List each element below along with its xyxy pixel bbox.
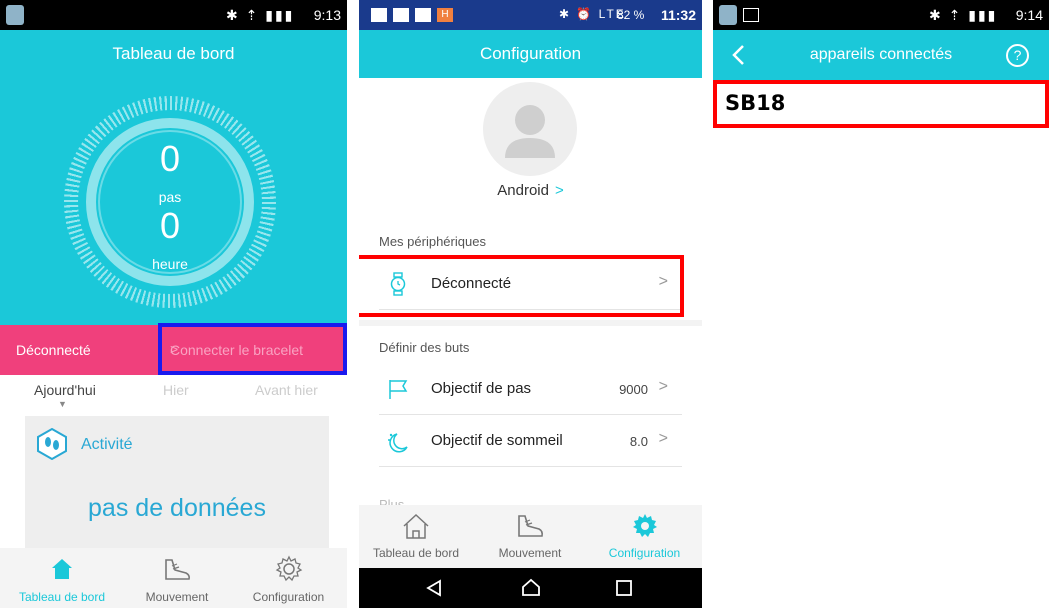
- bottom-nav: Tableau de bord Mouvement Configuration: [0, 548, 347, 608]
- shoe-icon: [165, 559, 190, 580]
- goal-steps-value: 9000: [619, 382, 648, 397]
- page-title-bar: appareils connectés ?: [713, 30, 1049, 80]
- day-tabs: Ajourd'hui ▼ Hier Avant hier: [0, 375, 347, 415]
- connect-bracelet-button[interactable]: Connecter le bracelet >: [158, 323, 347, 375]
- shoe-icon: [518, 515, 543, 537]
- chevron-right-icon: >: [658, 430, 668, 447]
- steps-label: pas: [158, 189, 182, 205]
- hours-value: 0: [159, 205, 181, 246]
- username-text: Android: [497, 182, 549, 199]
- nav-configuration-label: Configuration: [608, 546, 681, 560]
- notification-icon: [393, 8, 409, 22]
- goal-steps-row[interactable]: Objectif de pas 9000 >: [379, 363, 682, 415]
- page-title: appareils connectés: [809, 46, 953, 63]
- nav-movement[interactable]: Mouvement: [124, 548, 230, 608]
- system-nav-bar: [359, 568, 702, 608]
- dashboard-screen: ✱ ⇡ ▮▮▮ 9:13 Tableau de bord 0 pas 0 heu…: [0, 0, 347, 608]
- avatar[interactable]: [483, 82, 577, 176]
- activity-title: Activité: [81, 436, 133, 453]
- page-title: Configuration: [359, 30, 702, 78]
- status-time: 11:32: [660, 7, 696, 23]
- device-row-highlight: [359, 255, 684, 317]
- home-button-icon[interactable]: [521, 578, 541, 598]
- flag-icon: [389, 380, 408, 399]
- status-icons: ✱ ⇡ ▮▮▮: [226, 7, 295, 23]
- progress-ring: 0 pas 0 heure: [64, 96, 276, 308]
- tab-today[interactable]: Ajourd'hui: [34, 382, 96, 398]
- device-list-item[interactable]: SB18: [713, 80, 1049, 128]
- device-name: SB18: [725, 91, 786, 115]
- nav-configuration[interactable]: Configuration: [587, 505, 702, 568]
- activity-card[interactable]: Activité pas de données: [25, 416, 329, 548]
- app-notification-icon: [6, 5, 24, 25]
- chevron-right-icon: >: [554, 182, 564, 199]
- page-title: Tableau de bord: [0, 30, 347, 78]
- footprints-icon: [37, 428, 67, 460]
- status-icons: ✱ ⇡ ▮▮▮: [929, 7, 998, 23]
- nav-movement-label: Mouvement: [145, 590, 209, 604]
- no-data-text: pas de données: [88, 494, 266, 522]
- section-goals: Définir des buts: [379, 340, 470, 355]
- notification-icon: [415, 8, 431, 22]
- status-bar: ✱ ⇡ ▮▮▮ 9:14: [713, 0, 1049, 30]
- help-icon[interactable]: ?: [1006, 44, 1029, 67]
- image-notification-icon: [743, 8, 759, 22]
- nav-dashboard-label: Tableau de bord: [18, 590, 106, 604]
- configuration-screen: H ✱ ⏰ LTE 82 % 11:32 Configuration Andro…: [359, 0, 702, 608]
- caret-down-icon: ▼: [58, 399, 67, 409]
- status-icons: ✱ ⏰ LTE: [559, 7, 626, 21]
- steps-value: 0: [159, 138, 181, 179]
- app-notification-icon: H: [437, 8, 453, 22]
- gallery-notification-icon: [371, 8, 387, 22]
- connection-bar: Déconnecté Connecter le bracelet >: [0, 323, 347, 375]
- tab-yesterday[interactable]: Hier: [163, 382, 189, 398]
- moon-icon: [388, 433, 408, 453]
- divider: [359, 320, 702, 326]
- chevron-right-icon: >: [170, 341, 179, 357]
- progress-panel: 0 pas 0 heure: [0, 78, 347, 325]
- app-notification-icon: [719, 5, 737, 25]
- home-icon: [52, 559, 72, 579]
- status-bar: H ✱ ⏰ LTE 82 % 11:32: [359, 0, 702, 30]
- goal-sleep-row[interactable]: Objectif de sommeil 8.0 >: [379, 415, 682, 467]
- recents-icon[interactable]: [616, 580, 632, 596]
- nav-configuration-label: Configuration: [252, 590, 325, 604]
- section-devices: Mes périphériques: [379, 234, 486, 249]
- status-time: 9:13: [313, 7, 341, 23]
- connected-devices-screen: ✱ ⇡ ▮▮▮ 9:14 appareils connectés ? SB18: [713, 0, 1049, 130]
- hours-label: heure: [152, 256, 188, 272]
- back-arrow-icon[interactable]: [729, 44, 749, 66]
- tab-day-before[interactable]: Avant hier: [255, 382, 318, 398]
- gear-icon: [275, 555, 302, 582]
- nav-dashboard-label: Tableau de bord: [372, 546, 460, 560]
- gear-icon: [632, 514, 657, 537]
- bottom-nav: Tableau de bord Mouvement Configuration: [359, 505, 702, 568]
- back-icon[interactable]: [425, 579, 443, 597]
- nav-movement-label: Mouvement: [498, 546, 562, 560]
- nav-dashboard[interactable]: Tableau de bord: [359, 505, 473, 568]
- nav-movement[interactable]: Mouvement: [473, 505, 587, 568]
- home-icon: [403, 513, 429, 539]
- user-icon: [505, 105, 555, 158]
- status-bar: ✱ ⇡ ▮▮▮ 9:13: [0, 0, 347, 30]
- goal-sleep-value: 8.0: [629, 434, 648, 449]
- nav-dashboard[interactable]: Tableau de bord: [0, 548, 124, 608]
- status-time: 9:14: [1015, 7, 1043, 23]
- goal-sleep-label: Objectif de sommeil: [431, 432, 563, 449]
- connection-status: Déconnecté: [16, 342, 91, 358]
- username[interactable]: Android >: [359, 182, 702, 199]
- profile-header[interactable]: Android >: [359, 78, 702, 218]
- goal-steps-label: Objectif de pas: [431, 380, 532, 397]
- chevron-right-icon: >: [658, 378, 668, 395]
- battery-level: 82 %: [617, 8, 645, 22]
- nav-configuration[interactable]: Configuration: [230, 548, 347, 608]
